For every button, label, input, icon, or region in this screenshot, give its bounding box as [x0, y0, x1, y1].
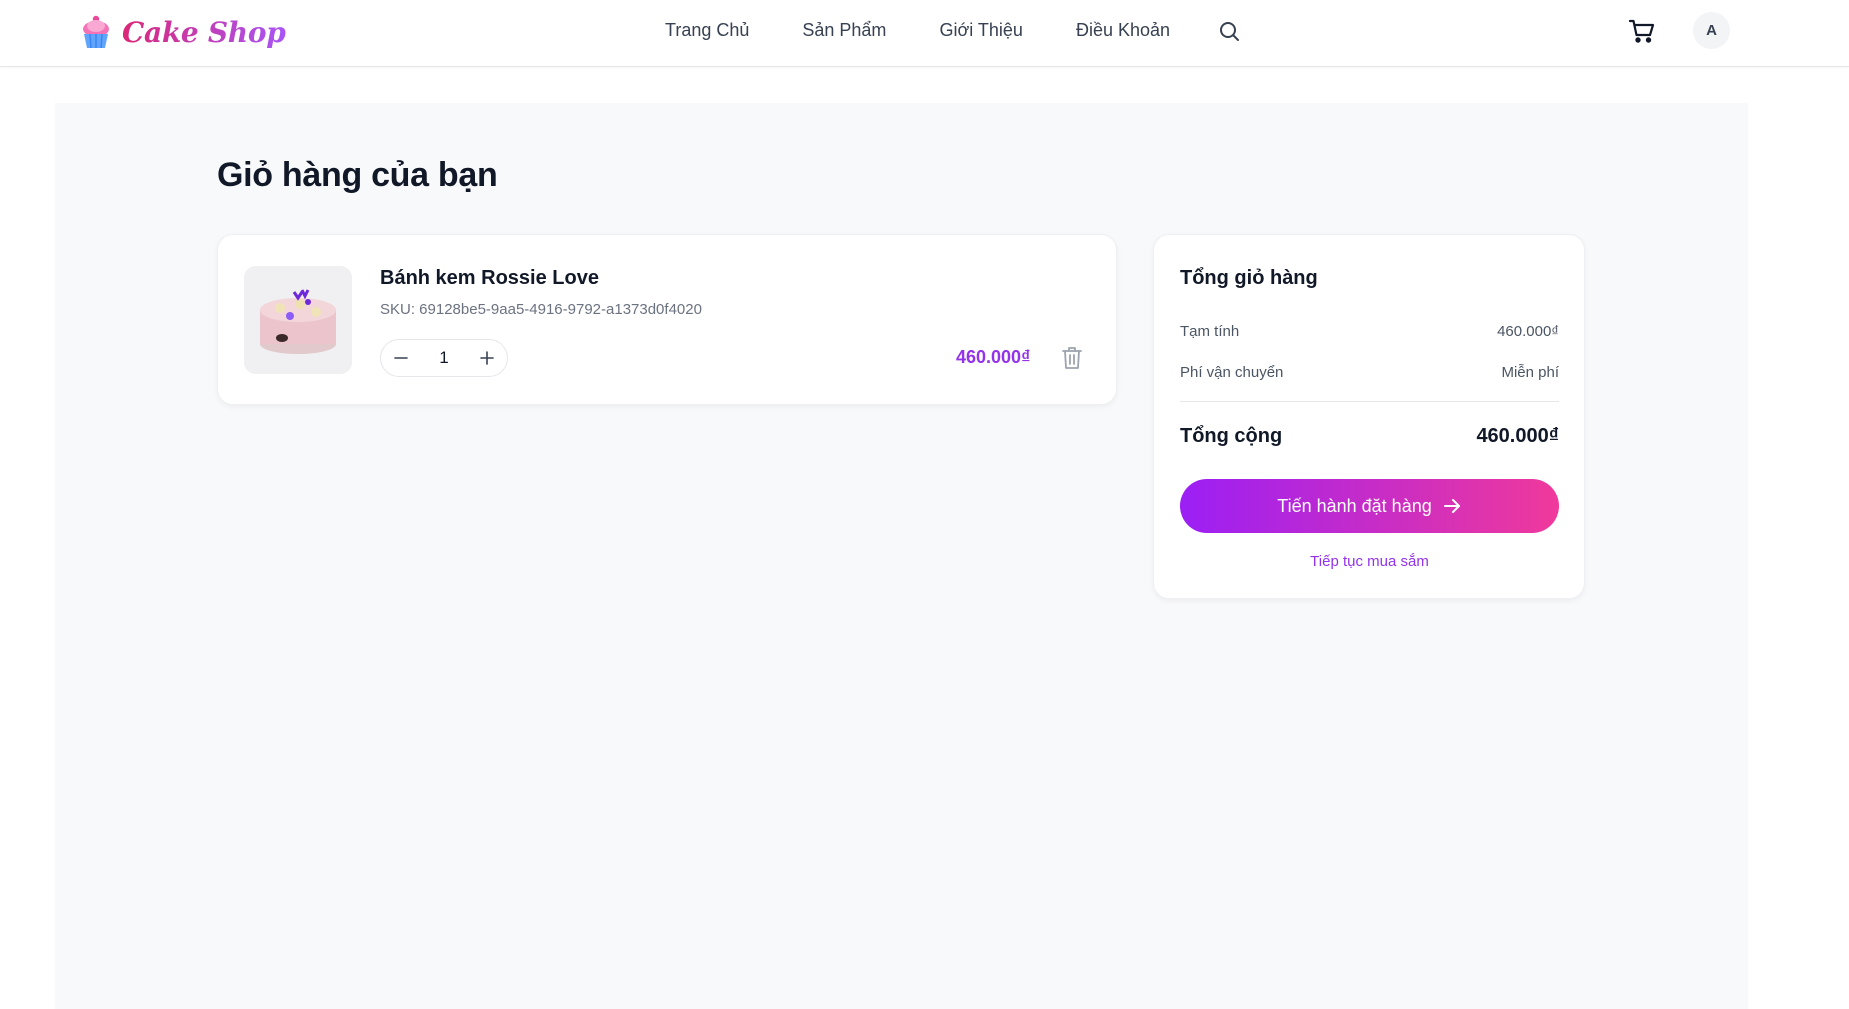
- cart-item: Bánh kem Rossie Love SKU: 69128be5-9aa5-…: [217, 234, 1117, 405]
- trash-icon: [1062, 347, 1082, 369]
- plus-icon: [480, 351, 494, 365]
- continue-shopping-link[interactable]: Tiếp tục mua sắm: [1180, 553, 1559, 570]
- brand-name: Cake Shop: [122, 15, 286, 49]
- quantity-input[interactable]: [424, 348, 464, 368]
- minus-icon: [394, 357, 408, 359]
- user-avatar[interactable]: A: [1693, 12, 1730, 49]
- shipping-value: Miễn phí: [1501, 364, 1559, 381]
- quantity-stepper: [380, 339, 508, 377]
- product-name[interactable]: Bánh kem Rossie Love: [380, 267, 599, 290]
- cupcake-icon: [83, 15, 109, 49]
- summary-divider: [1180, 401, 1559, 402]
- cake-image: [244, 266, 352, 374]
- page-title: Giỏ hàng của bạn: [217, 156, 498, 194]
- remove-item-button[interactable]: [1060, 345, 1084, 371]
- shipping-row: Phí vận chuyển Miễn phí: [1180, 364, 1559, 381]
- subtotal-row: Tạm tính 460.000₫: [1180, 323, 1559, 340]
- total-row: Tổng cộng 460.000₫: [1180, 425, 1559, 448]
- brand-logo[interactable]: Cake Shop: [80, 14, 286, 50]
- search-button[interactable]: [1217, 19, 1241, 43]
- product-sku: SKU: 69128be5-9aa5-4916-9792-a1373d0f402…: [380, 301, 702, 318]
- search-icon: [1220, 22, 1239, 41]
- arrow-right-icon: [1443, 499, 1460, 513]
- increase-quantity-button[interactable]: [475, 346, 499, 370]
- total-value: 460.000₫: [1476, 425, 1559, 447]
- nav-products[interactable]: Sản Phẩm: [802, 18, 886, 42]
- subtotal-label: Tạm tính: [1180, 323, 1240, 340]
- item-price: 460.000₫: [956, 347, 1031, 367]
- shipping-label: Phí vận chuyển: [1180, 364, 1284, 381]
- subtotal-value: 460.000₫: [1497, 323, 1559, 340]
- total-label: Tổng cộng: [1180, 425, 1283, 447]
- nav-about[interactable]: Giới Thiệu: [939, 18, 1023, 42]
- summary-title: Tổng giỏ hàng: [1180, 267, 1318, 289]
- product-image[interactable]: [244, 266, 352, 374]
- cart-button[interactable]: [1628, 18, 1656, 44]
- cart-summary: Tổng giỏ hàng Tạm tính 460.000₫ Phí vận …: [1153, 234, 1585, 599]
- checkout-button[interactable]: Tiến hành đặt hàng: [1180, 479, 1559, 533]
- main-nav: Trang Chủ Sản Phẩm Giới Thiệu Điều Khoản: [665, 18, 1170, 42]
- checkout-label: Tiến hành đặt hàng: [1277, 495, 1432, 516]
- nav-terms[interactable]: Điều Khoản: [1076, 18, 1170, 42]
- nav-home[interactable]: Trang Chủ: [665, 18, 749, 42]
- top-navbar: Cake Shop Trang Chủ Sản Phẩm Giới Thiệu …: [0, 0, 1849, 67]
- shopping-cart-icon: [1628, 19, 1655, 43]
- decrease-quantity-button[interactable]: [389, 346, 413, 370]
